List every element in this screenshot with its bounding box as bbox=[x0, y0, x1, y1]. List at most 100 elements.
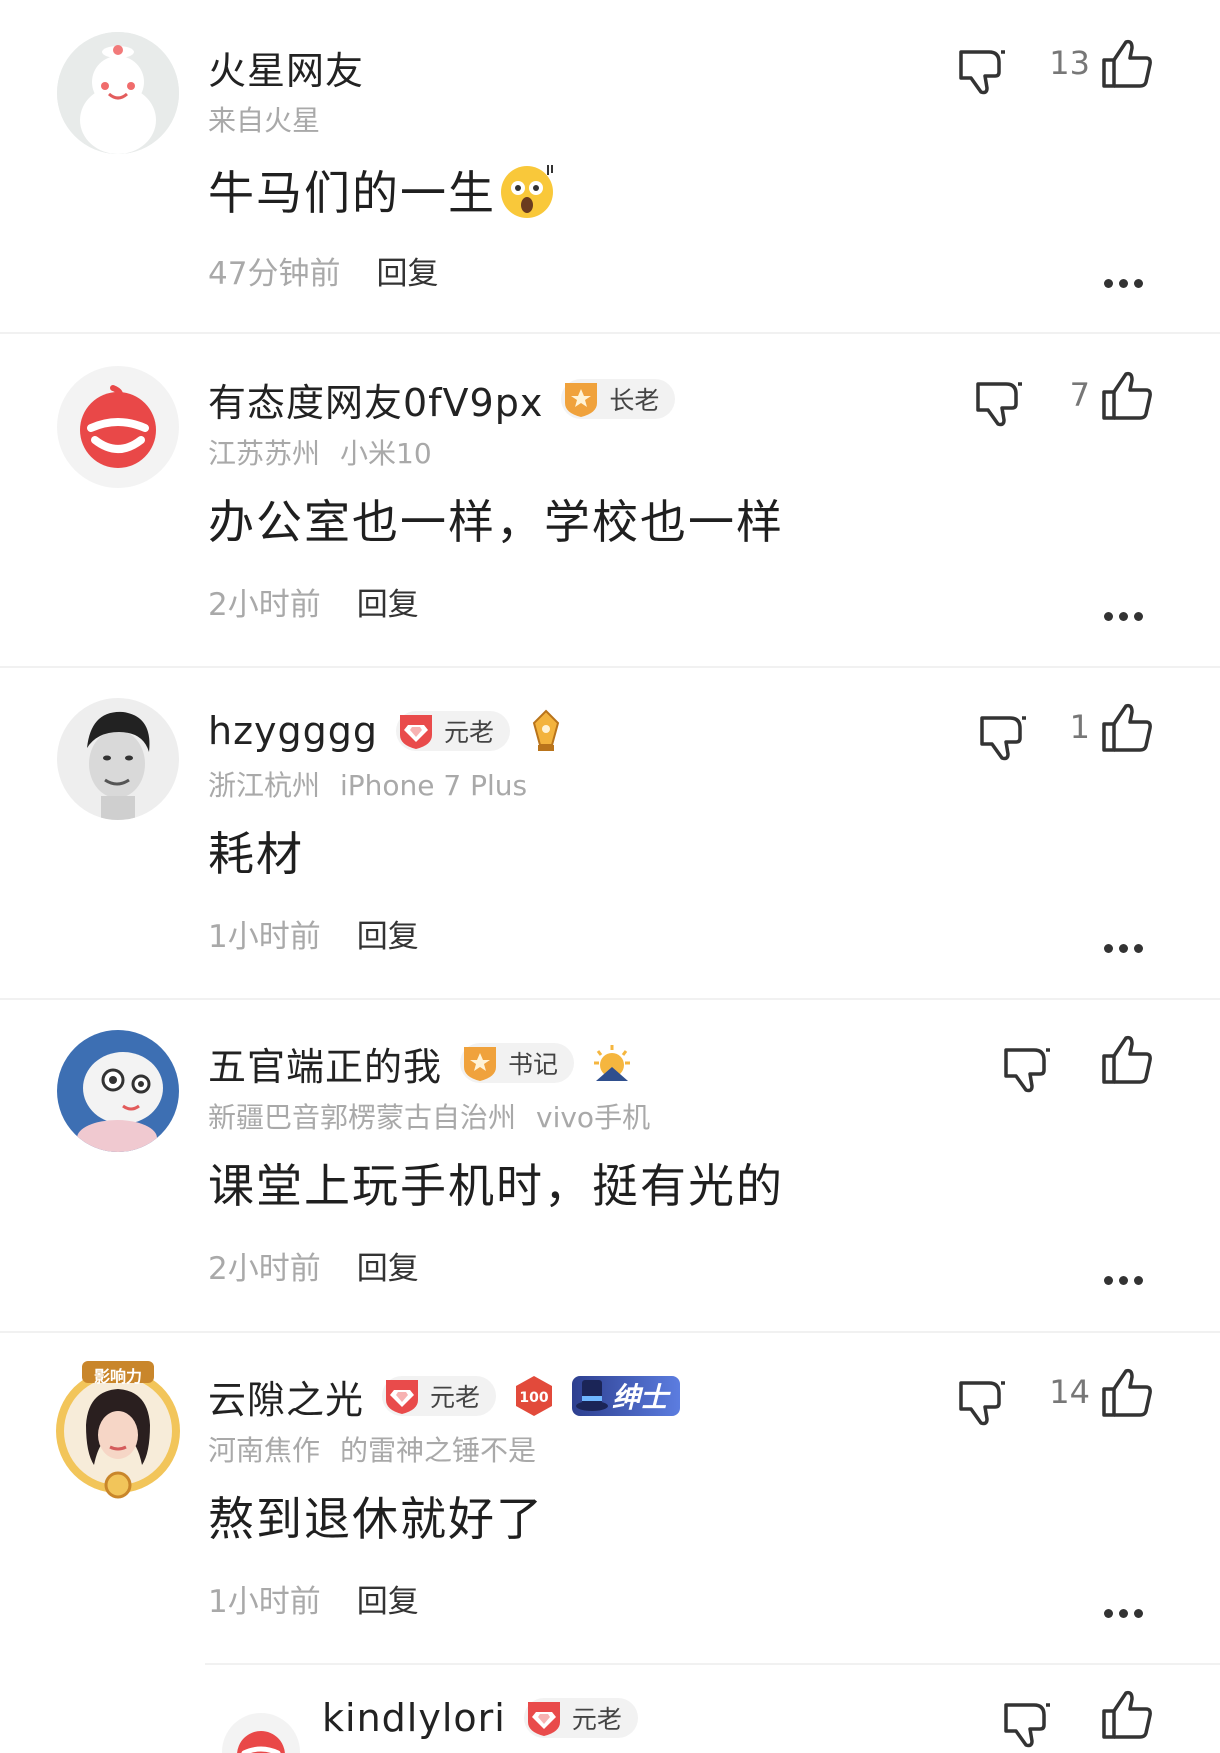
comment-feed: 火星网友 来自火星 牛马们的一生 47分钟前 回复 13 有态度网友0fV9px… bbox=[0, 0, 1220, 1753]
comment-text: 课堂上玩手机时，挺有光的 bbox=[208, 1150, 784, 1216]
meta-info: 来自火星 bbox=[208, 99, 320, 139]
red-gem-shield-icon bbox=[386, 1380, 419, 1414]
man-photo-avatar-icon bbox=[57, 698, 179, 820]
red-gem-shield-icon bbox=[527, 1702, 560, 1736]
comment-text: 熬到退休就好了 bbox=[208, 1483, 544, 1549]
gold-pen-icon bbox=[532, 709, 560, 751]
rank-badge: 元老 bbox=[382, 1376, 497, 1416]
more-options-icon[interactable] bbox=[1104, 273, 1150, 288]
avatar[interactable] bbox=[57, 698, 179, 820]
comment-body: 耗材 bbox=[208, 827, 304, 881]
dislike-icon[interactable] bbox=[955, 1373, 1011, 1429]
username[interactable]: kindlylori bbox=[322, 1696, 506, 1740]
avatar[interactable]: 影响力 bbox=[46, 1355, 190, 1499]
thumbs-up-icon[interactable] bbox=[1100, 700, 1154, 754]
thumbs-up-icon[interactable] bbox=[1100, 36, 1154, 90]
thumbs-up-icon[interactable] bbox=[1100, 368, 1154, 422]
scream-emoji-icon bbox=[501, 165, 553, 218]
title-badge-label: 绅士 bbox=[612, 1381, 669, 1414]
mars-user-avatar-icon bbox=[57, 32, 179, 154]
avatar[interactable] bbox=[57, 32, 179, 154]
hundred-hexagon-icon: 100 bbox=[516, 1376, 553, 1416]
more-options-icon[interactable] bbox=[1104, 1270, 1150, 1285]
avatar[interactable] bbox=[222, 1713, 300, 1753]
timestamp: 1小时前 bbox=[208, 1584, 321, 1620]
dislike-icon[interactable] bbox=[955, 42, 1011, 98]
comment-item: 五官端正的我 书记 新疆巴音郭楞蒙古自治州 vivo手机 课堂上玩手机时，挺有光的… bbox=[0, 1000, 1220, 1332]
username[interactable]: 有态度网友0fV9px bbox=[208, 372, 543, 427]
comment-text: 牛马们的一生 bbox=[208, 157, 556, 223]
timestamp: 47分钟前 bbox=[208, 256, 341, 292]
dislike-icon[interactable] bbox=[976, 708, 1032, 764]
rank-badge: 书记 bbox=[460, 1043, 575, 1083]
name-row: 有态度网友0fV9px 长老 bbox=[208, 372, 676, 427]
username[interactable]: 云隙之光 bbox=[208, 1369, 364, 1424]
badge-label: 书记 bbox=[508, 1050, 559, 1079]
comment-body: 办公室也一样，学校也一样 bbox=[208, 495, 784, 549]
location: 河南焦作 bbox=[208, 1434, 321, 1467]
meta-info: 江苏苏州 小米10 bbox=[208, 432, 432, 472]
dislike-icon[interactable] bbox=[1000, 1695, 1056, 1751]
badge-label: 元老 bbox=[430, 1383, 481, 1412]
dislike-icon[interactable] bbox=[972, 374, 1028, 430]
comment-text: 耗材 bbox=[208, 818, 304, 884]
svg-text:100: 100 bbox=[519, 1390, 548, 1406]
reply-button[interactable]: 回复 bbox=[357, 1584, 419, 1620]
device: iPhone 7 Plus bbox=[340, 769, 528, 802]
username[interactable]: 五官端正的我 bbox=[208, 1036, 442, 1091]
reply-button[interactable]: 回复 bbox=[376, 256, 438, 292]
username[interactable]: hzygggg bbox=[208, 709, 378, 753]
timestamp: 2小时前 bbox=[208, 587, 321, 623]
like-count: 1 bbox=[1069, 708, 1090, 746]
netease-logo-avatar-icon bbox=[222, 1713, 300, 1753]
comment-body: 熬到退休就好了 bbox=[208, 1492, 544, 1546]
name-row: 火星网友 bbox=[208, 40, 364, 95]
comment-footer: 2小时前 回复 bbox=[208, 1243, 419, 1288]
avatar[interactable] bbox=[57, 1030, 179, 1152]
reply-button[interactable]: 回复 bbox=[357, 919, 419, 955]
thumbs-up-icon[interactable] bbox=[1100, 1032, 1154, 1086]
timestamp: 1小时前 bbox=[208, 919, 321, 955]
username[interactable]: 火星网友 bbox=[208, 40, 364, 95]
location: 江苏苏州 bbox=[208, 437, 321, 470]
orange-star-shield-icon bbox=[464, 1047, 497, 1081]
thumbs-up-icon[interactable] bbox=[1100, 1365, 1154, 1419]
reply-button[interactable]: 回复 bbox=[357, 587, 419, 623]
meta-info: 新疆巴音郭楞蒙古自治州 vivo手机 bbox=[208, 1096, 650, 1136]
badge-label: 元老 bbox=[444, 718, 495, 747]
like-count: 7 bbox=[1069, 376, 1090, 414]
top-hat-icon bbox=[576, 1380, 609, 1411]
location: 新疆巴音郭楞蒙古自治州 bbox=[208, 1101, 517, 1134]
red-gem-shield-icon bbox=[400, 715, 433, 749]
comment-body: 牛马们的一生 bbox=[208, 166, 496, 220]
comment-item: 影响力 云隙之光 元老 100 绅士 河南焦作 的雷神之锤不是 熬到退休就好了 … bbox=[0, 1333, 1220, 1665]
comment-footer: 47分钟前 回复 bbox=[208, 248, 438, 293]
dislike-icon[interactable] bbox=[1000, 1040, 1056, 1096]
comment-body: 课堂上玩手机时，挺有光的 bbox=[208, 1159, 784, 1213]
thumbs-up-icon[interactable] bbox=[1100, 1687, 1154, 1741]
rank-badge: 长老 bbox=[561, 379, 676, 419]
device: 的雷神之锤不是 bbox=[340, 1434, 537, 1467]
avatar[interactable] bbox=[57, 366, 179, 488]
more-options-icon[interactable] bbox=[1104, 1603, 1150, 1618]
cartoon-mascot-avatar-icon bbox=[57, 1030, 179, 1152]
comment-footer: 2小时前 回复 bbox=[208, 579, 419, 624]
comment-footer: 1小时前 回复 bbox=[208, 1576, 419, 1621]
reply-button[interactable]: 回复 bbox=[357, 1251, 419, 1287]
like-count: 14 bbox=[1049, 1373, 1090, 1411]
name-row: 云隙之光 元老 100 绅士 bbox=[208, 1369, 681, 1424]
more-options-icon[interactable] bbox=[1104, 938, 1150, 953]
like-count: 13 bbox=[1049, 44, 1090, 82]
rank-badge: 元老 bbox=[396, 711, 511, 751]
name-row: hzygggg 元老 bbox=[208, 706, 566, 756]
meta-info: 河南焦作 的雷神之锤不是 bbox=[208, 1429, 536, 1469]
more-options-icon[interactable] bbox=[1104, 606, 1150, 621]
location: 浙江杭州 bbox=[208, 769, 321, 802]
name-row: kindlylori 元老 bbox=[322, 1693, 638, 1743]
orange-star-shield-icon bbox=[565, 383, 598, 417]
comment-footer: 1小时前 回复 bbox=[208, 911, 419, 956]
comment-item: 火星网友 来自火星 牛马们的一生 47分钟前 回复 13 bbox=[0, 0, 1220, 332]
comment-item: 有态度网友0fV9px 长老 江苏苏州 小米10 办公室也一样，学校也一样 2小时… bbox=[0, 334, 1220, 666]
device: 小米10 bbox=[340, 437, 432, 470]
comment-item: hzygggg 元老 浙江杭州 iPhone 7 Plus 耗材 1小时前回复 bbox=[0, 668, 1220, 1000]
